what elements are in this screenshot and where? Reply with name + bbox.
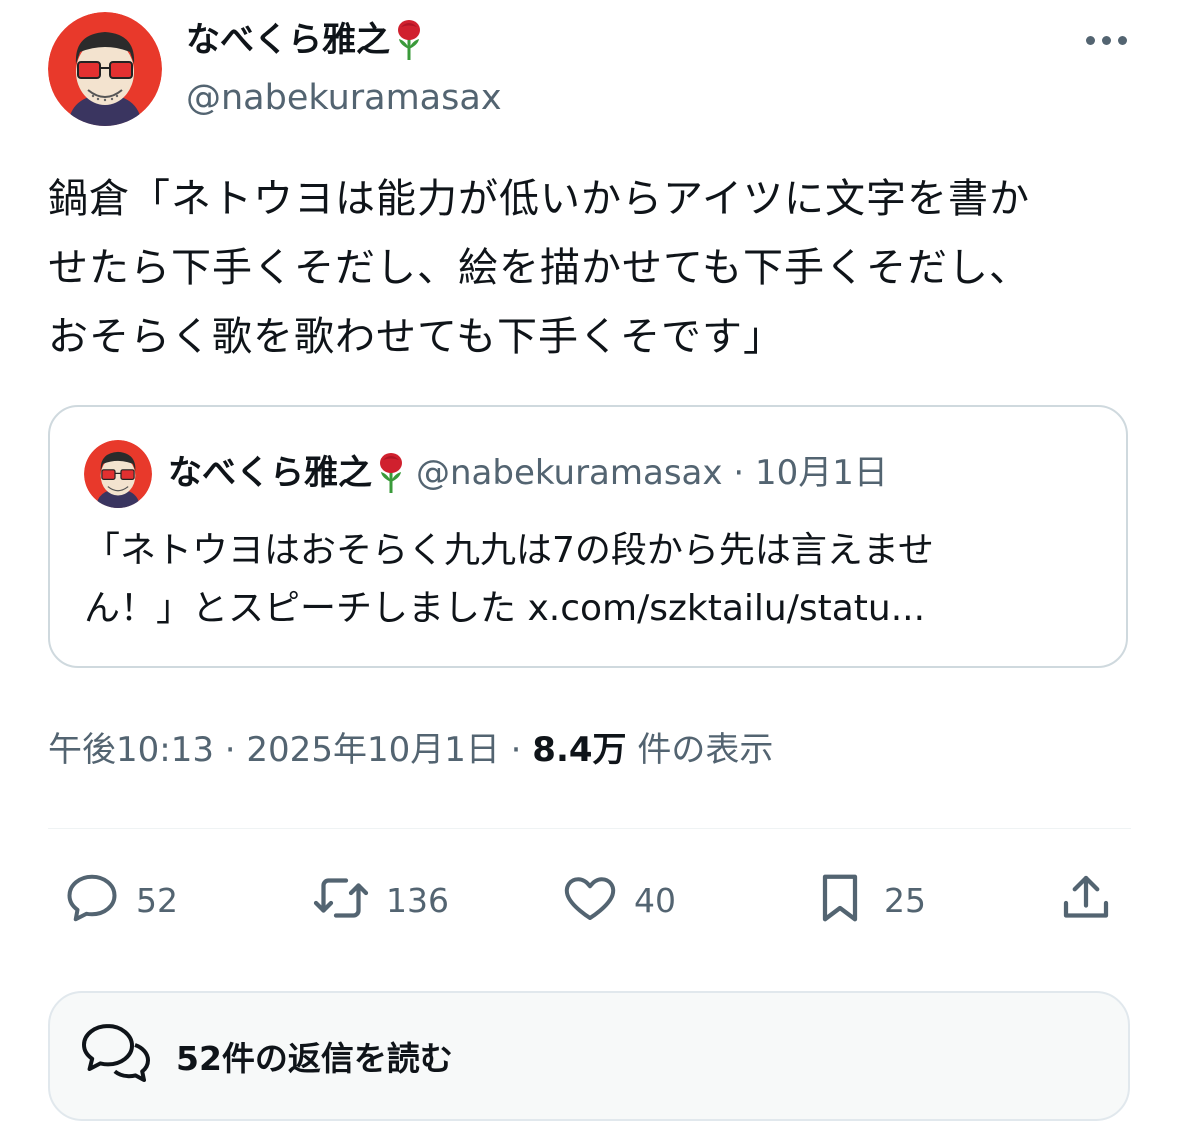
bookmark-count: 25: [884, 880, 926, 920]
replies-bubble-icon: [78, 1020, 154, 1092]
like-count: 40: [634, 880, 676, 920]
display-name-text: なべくら雅之: [186, 20, 390, 60]
view-count[interactable]: 8.4万: [532, 730, 626, 770]
read-replies-label: 52件の返信を読む: [176, 1039, 453, 1078]
share-button[interactable]: [1056, 870, 1116, 930]
tweet-line: 鍋倉「ネトウヨは能力が低いからアイツに文字を書か: [48, 176, 1030, 222]
rose-emoji-icon: [376, 452, 406, 508]
quote-header: なべくら雅之 @nabekuramasax · 10月1日: [168, 448, 888, 508]
avatar[interactable]: [48, 12, 162, 126]
handle[interactable]: @nabekuramasax: [186, 74, 502, 122]
like-button[interactable]: 40: [560, 870, 676, 930]
separator: ·: [213, 730, 247, 770]
repost-button[interactable]: 136: [310, 870, 449, 930]
view-label: 件の表示: [626, 730, 774, 770]
quote-line: 「ネトウヨはおそらく九九は7の段から先は言えませ: [84, 530, 934, 571]
display-name[interactable]: なべくら雅之: [186, 16, 424, 74]
quote-avatar[interactable]: [84, 440, 152, 508]
tweet-meta: 午後10:13 · 2025年10月1日 · 8.4万 件の表示: [48, 724, 773, 776]
reply-icon: [62, 868, 122, 932]
reply-count: 52: [136, 880, 178, 920]
repost-icon: [310, 868, 372, 932]
bookmark-icon: [810, 868, 870, 932]
tweet-line: おそらく歌を歌わせても下手くそです」: [48, 314, 784, 360]
separator: ·: [499, 730, 533, 770]
divider: [48, 828, 1131, 829]
tweet-line: せたら下手くそだし、絵を描かせても下手くそだし、: [48, 245, 1030, 291]
quote-text: 「ネトウヨはおそらく九九は7の段から先は言えませ ん！」とスピーチしました x.…: [84, 522, 1084, 638]
rose-emoji-icon: [394, 19, 424, 74]
tweet-time[interactable]: 午後10:13: [48, 730, 214, 770]
bookmark-button[interactable]: 25: [810, 870, 926, 930]
quote-display-name: なべくら雅之: [168, 453, 372, 493]
repost-count: 136: [386, 880, 449, 920]
read-replies-button[interactable]: 52件の返信を読む: [48, 991, 1130, 1121]
reply-button[interactable]: 52: [62, 870, 178, 930]
quote-meta: @nabekuramasax · 10月1日: [416, 453, 888, 493]
more-icon[interactable]: [1086, 36, 1128, 48]
tweet-text: 鍋倉「ネトウヨは能力が低いからアイツに文字を書か せたら下手くそだし、絵を描かせ…: [48, 165, 1140, 372]
tweet-date[interactable]: 2025年10月1日: [246, 730, 499, 770]
like-icon: [560, 868, 620, 932]
share-icon: [1056, 868, 1116, 932]
quote-line: ん！」とスピーチしました x.com/szktailu/statu...: [84, 588, 926, 629]
